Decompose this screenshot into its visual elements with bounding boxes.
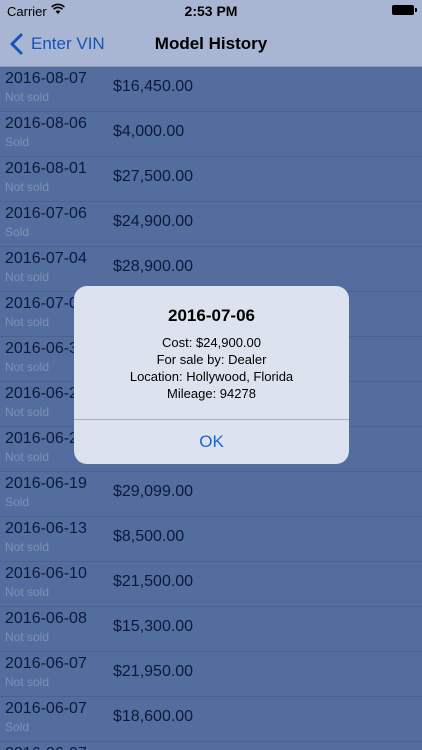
record-price: $24,900.00 [113,213,194,230]
record-date: 2016-07-06 [5,205,87,222]
status-time: 2:53 PM [184,3,238,19]
record-row[interactable]: 2016-06-08 Not sold $15,300.00 [0,607,422,652]
alert-cost: Cost: $24,900.00 [161,335,262,350]
record-price: $16,450.00 [113,78,194,95]
record-date: 2016-06-08 [5,610,87,627]
record-date: 2016-06-2 [5,430,78,447]
navigation-bar: Enter VIN Model History [0,22,422,67]
record-row[interactable]: 2016-06-10 Not sold $21,500.00 [0,562,422,607]
record-status: Not sold [5,450,50,464]
record-price: $18,600.00 [113,708,194,725]
record-status: Not sold [5,630,50,644]
record-date: 2016-07-04 [5,250,87,267]
record-price: $27,500.00 [113,168,194,185]
record-status: Not sold [5,585,50,599]
record-price: $21,500.00 [113,573,194,590]
record-date: 2016-06-07 [5,700,87,717]
record-date: 2016-06-19 [5,475,87,492]
record-row[interactable]: 2016-06-07 Sold $18,600.00 [0,697,422,742]
record-price: $21,950.00 [113,663,194,680]
record-status: Not sold [5,90,50,104]
record-date: 2016-08-07 [5,70,87,87]
record-status: Not sold [5,315,50,329]
record-date: 2016-06-10 [5,565,87,582]
record-row[interactable]: 2016-07-06 Sold $24,900.00 [0,202,422,247]
record-status: Not sold [5,540,50,554]
record-status: Not sold [5,675,50,689]
record-price: $4,000.00 [113,123,185,140]
record-date: 2016-06-13 [5,520,87,537]
record-date: 2016-06-07 [5,655,87,672]
record-date: 2016-06-3 [5,340,78,357]
record-status: Not sold [5,360,50,374]
record-status: Sold [5,495,30,509]
record-status: Sold [5,720,30,734]
battery-icon [392,5,417,15]
alert-mileage: Mileage: 94278 [167,386,256,401]
record-row[interactable]: 2016-06-13 Not sold $8,500.00 [0,517,422,562]
ok-button[interactable]: OK [74,420,349,464]
record-date: 2016-08-01 [5,160,87,177]
record-price: $29,099.00 [113,483,194,500]
record-row[interactable]: 2016-06-07 [0,742,422,750]
record-row[interactable]: 2016-08-01 Not sold $27,500.00 [0,157,422,202]
record-status: Not sold [5,270,50,284]
record-row[interactable]: 2016-08-06 Sold $4,000.00 [0,112,422,157]
alert-seller: For sale by: Dealer [156,352,267,367]
record-date: 2016-06-2 [5,385,78,402]
status-bar: Carrier 2:53 PM [0,0,422,22]
alert-title: 2016-07-06 [168,306,255,325]
record-status: Not sold [5,405,50,419]
record-price: $8,500.00 [113,528,185,545]
page-title: Model History [154,34,268,53]
alert-message: Cost: $24,900.00 For sale by: Dealer Loc… [74,334,349,402]
record-row[interactable]: 2016-06-19 Sold $29,099.00 [0,472,422,517]
record-date: 2016-06-07 [5,745,87,750]
record-row[interactable]: 2016-08-07 Not sold $16,450.00 [0,67,422,112]
record-price: $15,300.00 [113,618,194,635]
record-date: 2016-07-0 [5,295,78,312]
record-row[interactable]: 2016-06-07 Not sold $21,950.00 [0,652,422,697]
record-date: 2016-08-06 [5,115,87,132]
record-status: Sold [5,135,30,149]
record-status: Sold [5,225,30,239]
record-price: $28,900.00 [113,258,194,275]
record-detail-alert: 2016-07-06 Cost: $24,900.00 For sale by:… [74,286,349,464]
record-status: Not sold [5,180,50,194]
alert-location: Location: Hollywood, Florida [129,369,294,384]
